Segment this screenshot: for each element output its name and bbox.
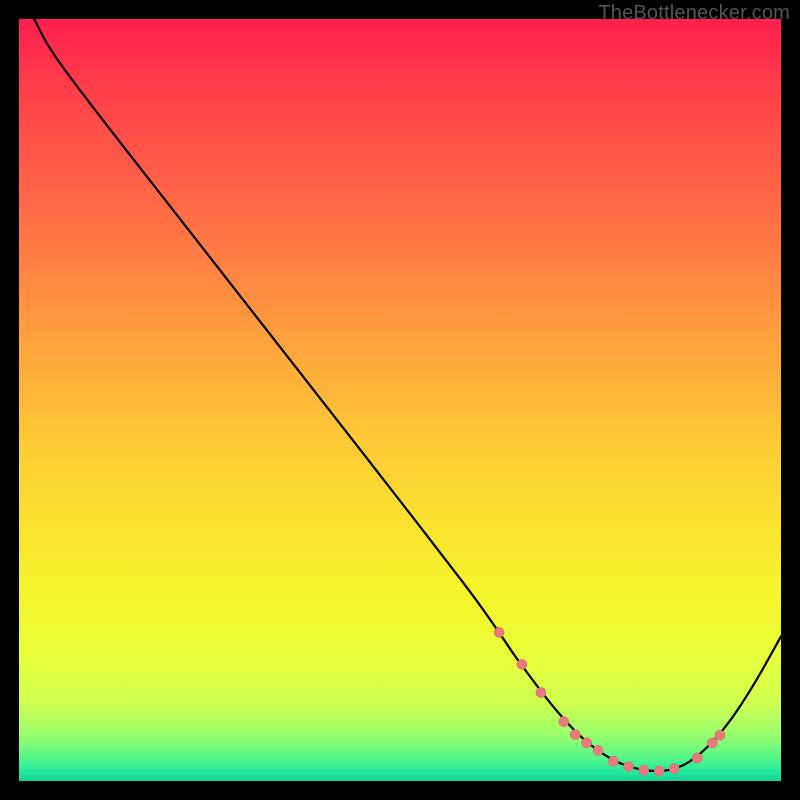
highlight-dots <box>494 627 725 776</box>
highlight-dot <box>536 688 546 698</box>
bottleneck-curve <box>34 19 781 771</box>
highlight-dot <box>608 756 618 766</box>
highlight-dot <box>517 659 527 669</box>
chart-container: TheBottlenecker.com <box>0 0 800 800</box>
watermark-text: TheBottlenecker.com <box>598 2 790 25</box>
highlight-dot <box>707 738 717 748</box>
highlight-dot <box>654 766 664 776</box>
highlight-dot <box>692 753 702 763</box>
highlight-dot <box>624 762 634 772</box>
curve-layer <box>19 19 781 781</box>
highlight-dot <box>669 764 679 774</box>
highlight-dot <box>715 730 725 740</box>
highlight-dot <box>582 738 592 748</box>
highlight-dot <box>570 730 580 740</box>
highlight-dot <box>593 746 603 756</box>
highlight-dot <box>494 627 504 637</box>
highlight-dot <box>559 717 569 727</box>
highlight-dot <box>639 765 649 775</box>
